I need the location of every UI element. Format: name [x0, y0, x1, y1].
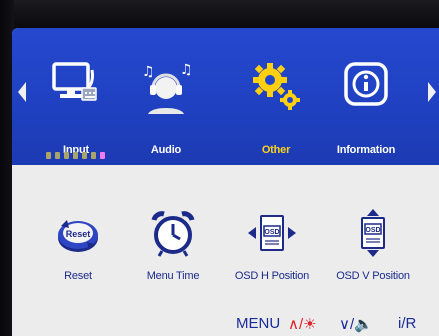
category-input[interactable]: Input — [31, 58, 121, 156]
category-information-label: Information — [336, 144, 396, 156]
svg-text:OSD: OSD — [365, 227, 380, 234]
osd-vertical-icon: OSD — [361, 209, 385, 257]
category-information[interactable]: Information — [321, 58, 411, 156]
down-volume-key-hint: ∨/🔈 — [339, 316, 373, 333]
page-dot — [55, 152, 60, 159]
page-dot — [82, 152, 87, 159]
up-brightness-key-hint: ∧/☀ — [288, 316, 317, 333]
sub-item-menu-time[interactable]: Menu Time — [123, 208, 223, 288]
alarm-clock-icon — [151, 211, 195, 257]
sub-item-reset[interactable]: Reset Reset — [28, 208, 128, 288]
info-r-key-hint: i/R — [398, 315, 417, 332]
category-other[interactable]: Other — [231, 58, 321, 156]
page-dot — [91, 152, 96, 159]
osd-horizontal-icon: OSD — [248, 215, 296, 251]
sub-item-menu-time-label: Menu Time — [146, 270, 200, 282]
gears-icon — [253, 63, 300, 110]
category-other-label: Other — [261, 144, 291, 156]
nav-right-arrow-icon[interactable] — [428, 82, 436, 102]
category-audio[interactable]: ♫ ♫ Audio — [121, 58, 211, 156]
osd-menu: Input ♫ ♫ Audio Other Information Reset … — [12, 28, 439, 336]
headset-user-music-icon: ♫ ♫ — [142, 62, 193, 114]
sub-item-reset-label: Reset — [64, 270, 92, 282]
reset-icon: Reset — [58, 220, 98, 252]
monitor-with-input-icon — [52, 62, 97, 101]
svg-text:OSD: OSD — [264, 229, 279, 236]
svg-text:♫: ♫ — [142, 64, 155, 80]
sub-item-osd-h-position-label: OSD H Position — [234, 270, 310, 282]
page-dot — [64, 152, 69, 159]
sub-item-osd-h-position[interactable]: OSD OSD H Position — [222, 208, 322, 288]
svg-text:Reset: Reset — [66, 229, 91, 239]
category-audio-label: Audio — [150, 144, 182, 156]
sub-item-osd-v-position-label: OSD V Position — [336, 270, 410, 282]
page-dot-active — [100, 152, 105, 159]
info-icon — [344, 62, 388, 106]
svg-text:♫: ♫ — [180, 62, 193, 78]
sub-item-osd-v-position[interactable]: OSD OSD V Position — [323, 208, 423, 288]
menu-key-hint: MENU — [236, 315, 281, 332]
page-dot — [46, 152, 51, 159]
monitor-bezel-top — [0, 0, 439, 30]
page-dot — [73, 152, 78, 159]
nav-left-arrow-icon[interactable] — [18, 82, 26, 102]
category-bar: Input ♫ ♫ Audio Other Information — [12, 28, 439, 165]
